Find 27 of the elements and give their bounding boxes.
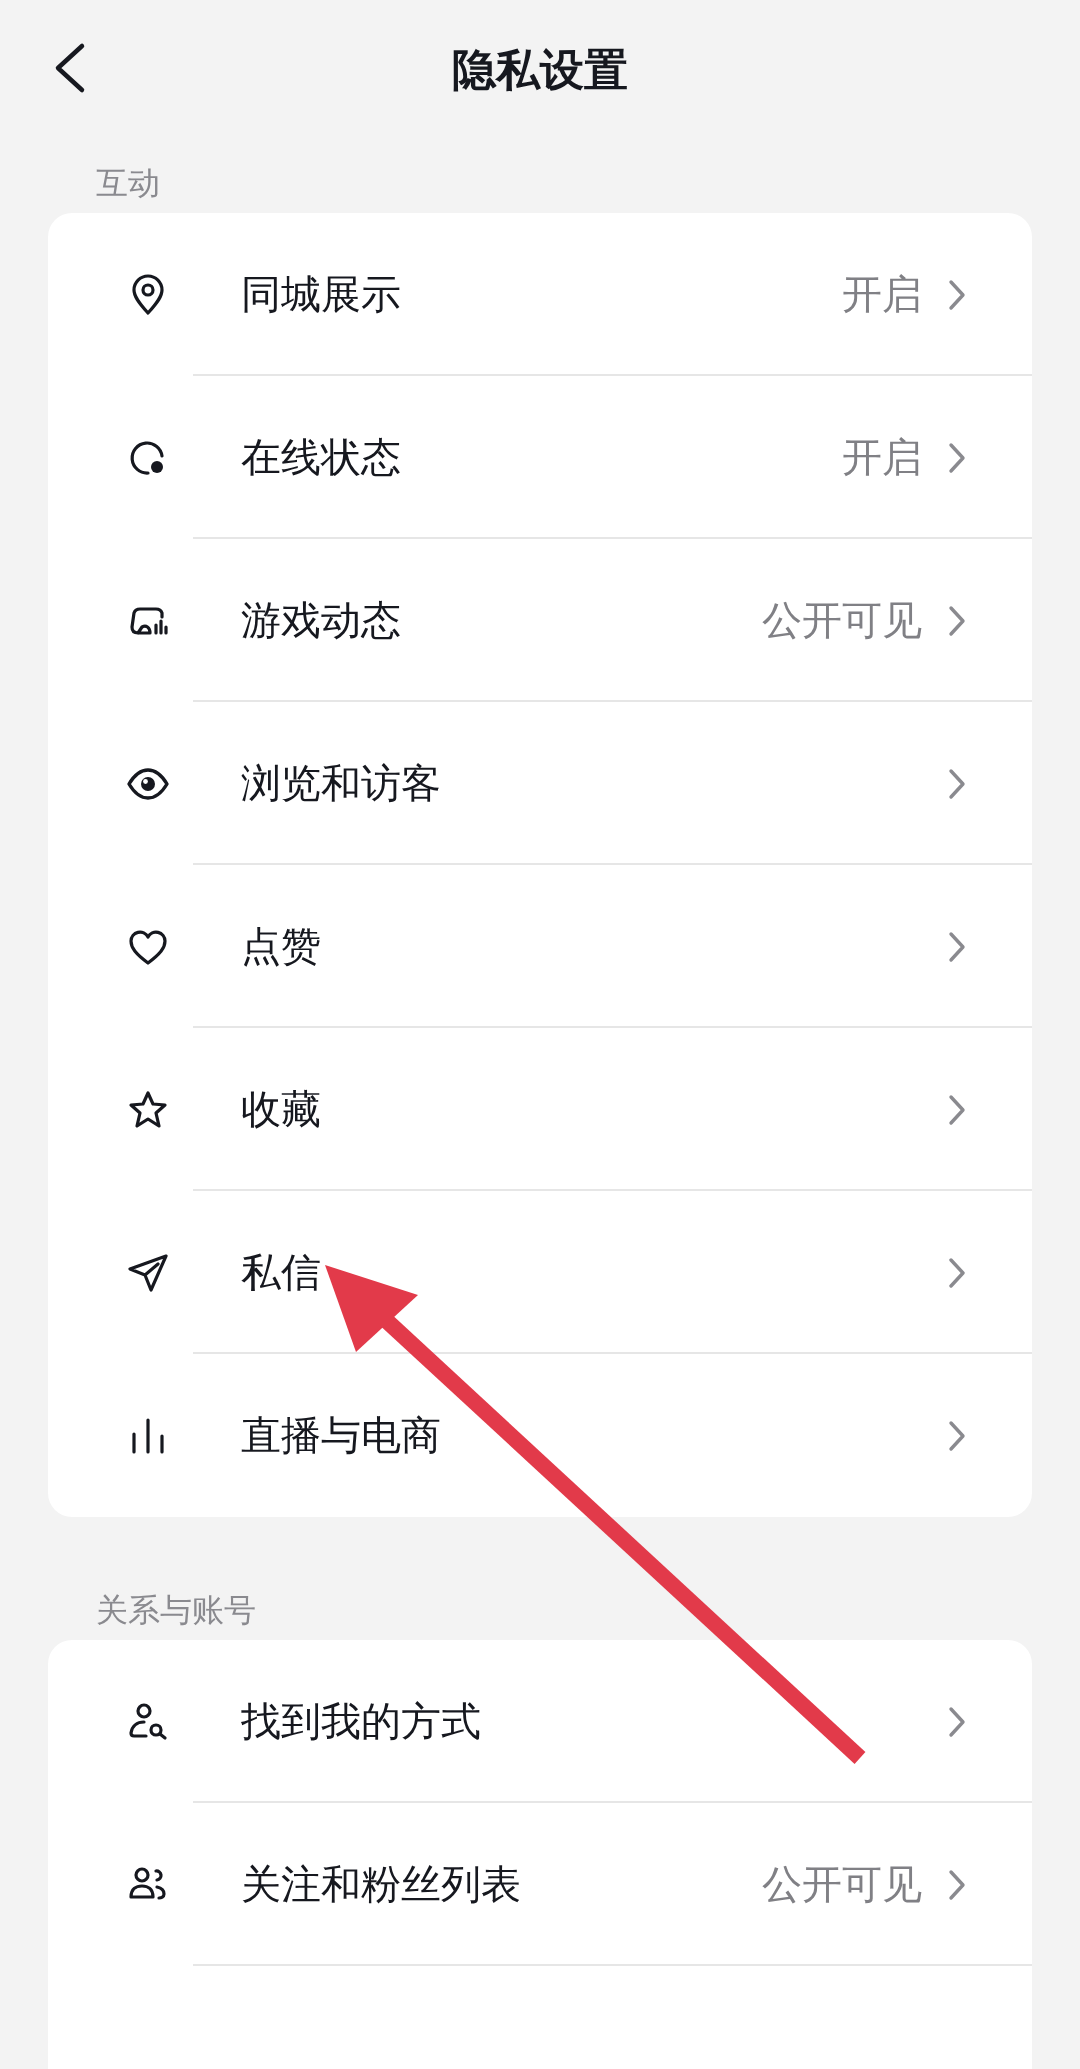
setting-value: 开启 <box>842 433 922 482</box>
chevron-icon <box>948 1256 966 1289</box>
setting-label[interactable]: 直播与电商 <box>241 1408 948 1463</box>
chevron-icon <box>948 278 966 311</box>
chevron-icon <box>948 1705 966 1738</box>
chevron-icon <box>948 604 966 637</box>
setting-label[interactable]: 浏览和访客 <box>241 756 948 811</box>
setting-label[interactable]: 游戏动态 <box>241 593 762 648</box>
section-title: 关系与账号 <box>95 1590 257 1631</box>
setting-value: 公开可见 <box>762 596 922 645</box>
setting-value: 开启 <box>842 270 922 319</box>
setting-label[interactable]: 私信 <box>241 1245 948 1300</box>
chevron-icon <box>948 930 966 963</box>
setting-label[interactable]: 关注和粉丝列表 <box>241 1857 762 1912</box>
setting-label[interactable]: 找到我的方式 <box>241 1694 948 1749</box>
section-title: 互动 <box>95 163 161 204</box>
setting-label[interactable]: 同城展示 <box>241 267 842 322</box>
chevron-icon <box>948 1868 966 1901</box>
setting-value: 公开可见 <box>762 1860 922 1909</box>
chevron-icon <box>948 1419 966 1452</box>
setting-label[interactable]: 收藏 <box>241 1082 948 1137</box>
setting-label[interactable]: 在线状态 <box>241 430 842 485</box>
chevron-icon <box>948 441 966 474</box>
chevron-icon <box>948 1093 966 1126</box>
page-title: 隐私设置 <box>452 42 628 97</box>
chevron-icon <box>948 767 966 800</box>
setting-label[interactable]: 点赞 <box>241 919 948 974</box>
